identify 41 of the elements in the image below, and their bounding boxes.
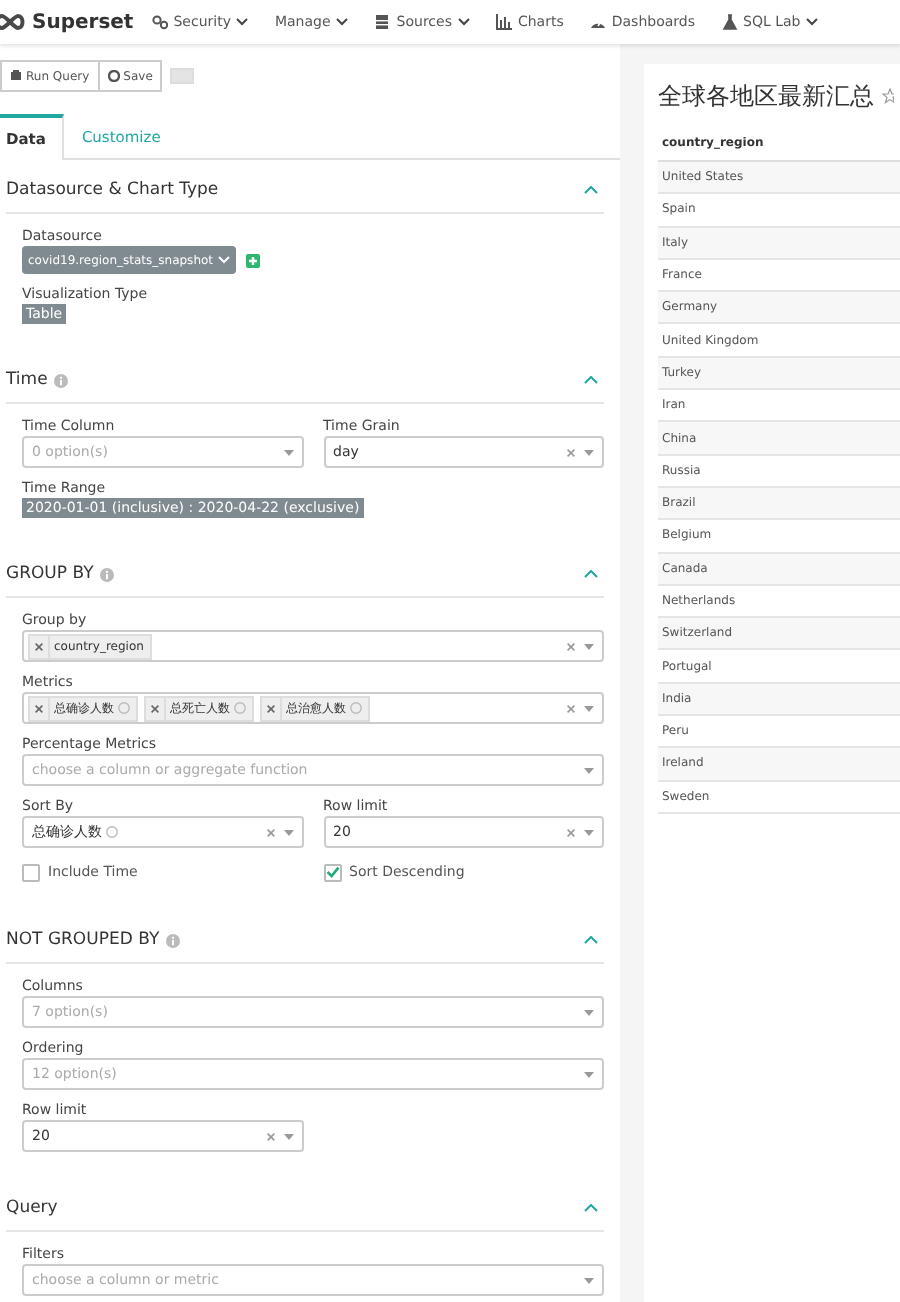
- logo-icon: [0, 14, 26, 30]
- caret-down-icon: [584, 1277, 594, 1283]
- caret-down-icon: [584, 705, 594, 711]
- flask-icon: [721, 14, 737, 30]
- section-header[interactable]: NOT GROUPED BY: [6, 918, 604, 964]
- play-icon: [10, 70, 22, 82]
- caret-down-icon: [283, 449, 293, 455]
- section-header[interactable]: GROUP BY: [6, 552, 604, 598]
- caret-down-icon: [584, 1009, 594, 1015]
- caret-down-icon: [584, 1071, 594, 1077]
- clear-icon[interactable]: [566, 447, 576, 457]
- caret-down-icon: [283, 1133, 293, 1139]
- settings-icon: [151, 14, 168, 30]
- caret-down-icon: [217, 256, 230, 264]
- clear-icon[interactable]: [566, 641, 576, 651]
- save-icon: [107, 70, 120, 82]
- star-icon: [882, 88, 894, 104]
- caret-down-icon: [584, 449, 594, 455]
- clear-icon[interactable]: [265, 1131, 275, 1141]
- remove-icon[interactable]: [34, 703, 44, 713]
- caret-down-icon: [584, 643, 594, 649]
- caret-down-icon: [584, 767, 594, 773]
- clear-icon[interactable]: [265, 827, 275, 837]
- section-header[interactable]: Query: [6, 1186, 604, 1232]
- clear-icon[interactable]: [566, 827, 576, 837]
- chart-title: 全球各地区最新汇总: [658, 79, 874, 113]
- section-header[interactable]: Time: [6, 358, 604, 404]
- caret-down-icon: [283, 829, 293, 835]
- database-icon: [374, 14, 391, 30]
- remove-icon[interactable]: [266, 703, 276, 713]
- caret-down-icon: [584, 829, 594, 835]
- bar-chart-icon: [495, 14, 512, 30]
- section-header[interactable]: Datasource & Chart Type: [6, 168, 604, 214]
- remove-icon[interactable]: [34, 641, 44, 651]
- remove-icon[interactable]: [150, 703, 160, 713]
- check-icon: [325, 866, 339, 878]
- add-icon: [245, 253, 260, 267]
- clear-icon[interactable]: [566, 703, 576, 713]
- checkbox[interactable]: [22, 863, 40, 881]
- checkbox[interactable]: [323, 863, 341, 881]
- brand-name[interactable]: Superset: [32, 11, 134, 33]
